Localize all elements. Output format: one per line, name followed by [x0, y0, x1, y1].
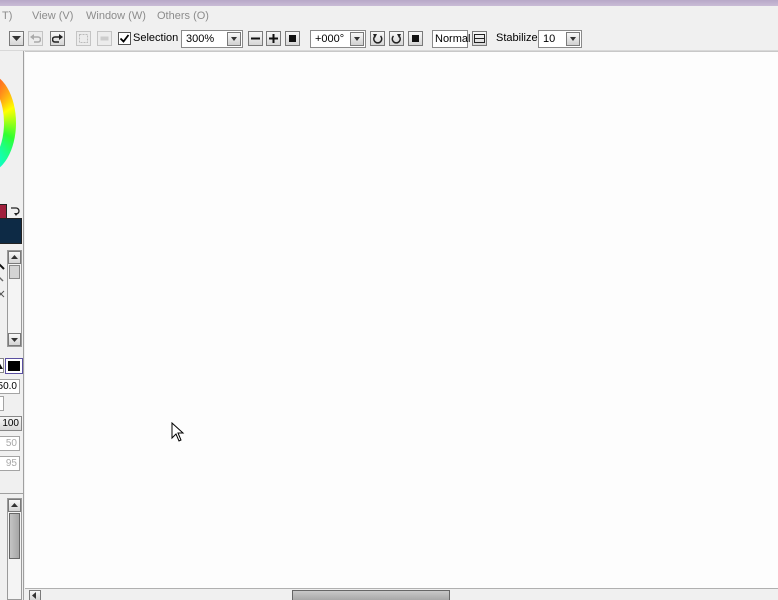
dilution-field[interactable]: 95	[0, 456, 20, 471]
toolbar-menu-button[interactable]	[9, 31, 24, 46]
chevron-up-icon	[11, 503, 18, 507]
brush-shape-icon	[0, 363, 3, 369]
brush-shape-square[interactable]	[5, 358, 23, 374]
square-icon	[289, 35, 296, 42]
zoom-in-button[interactable]	[266, 31, 281, 46]
brush-shape-square-icon	[8, 361, 20, 371]
menu-window[interactable]: Window (W)	[86, 10, 146, 22]
layer-scroll-up-button[interactable]	[8, 499, 21, 512]
horizontal-scroll-thumb[interactable]	[292, 590, 450, 600]
undo-icon	[30, 34, 41, 43]
flip-icon	[474, 34, 485, 43]
chevron-left-icon	[32, 592, 36, 599]
rotate-left-icon	[373, 34, 383, 44]
stabilizer-combo[interactable]: 10	[538, 30, 582, 48]
undo-button[interactable]	[28, 31, 43, 46]
swap-arrow-icon[interactable]	[9, 205, 21, 217]
brush-shape-round[interactable]	[0, 358, 4, 373]
blending-field[interactable]: 50	[0, 436, 20, 451]
drawing-canvas[interactable]	[25, 51, 778, 588]
redo-icon	[52, 34, 63, 43]
stabilizer-dropdown-button[interactable]	[566, 32, 580, 46]
scroll-left-button[interactable]	[29, 590, 41, 600]
rotate-right-button[interactable]	[389, 31, 404, 46]
deselect-icon	[79, 34, 88, 43]
layer-scroll-thumb[interactable]	[9, 513, 20, 559]
density-field[interactable]: 100	[0, 416, 22, 431]
menu-others[interactable]: Others (O)	[157, 10, 209, 22]
scroll-down-button[interactable]	[8, 333, 21, 346]
square-icon	[412, 35, 419, 42]
mouse-pointer-icon	[171, 422, 185, 442]
zoom-dropdown-button[interactable]	[227, 32, 241, 46]
secondary-color-swatch[interactable]	[0, 218, 22, 244]
invert-selection-button[interactable]	[97, 31, 112, 46]
stabilizer-label: Stabilizer	[496, 32, 542, 44]
rotation-value: +000°	[315, 33, 345, 45]
rotate-left-button[interactable]	[370, 31, 385, 46]
zoom-value: 300%	[186, 33, 215, 45]
blend-mode-selector[interactable]: Normal	[432, 30, 470, 48]
deselect-button[interactable]	[76, 31, 91, 46]
menu-bar: T) View (V) Window (W) Others (O)	[0, 6, 778, 27]
flip-horizontal-button[interactable]	[472, 31, 487, 46]
stabilizer-value: 10	[543, 33, 556, 45]
layer-panel-scrollbar[interactable]	[7, 498, 22, 600]
scroll-up-button[interactable]	[8, 251, 21, 264]
chevron-down-icon	[11, 338, 18, 342]
zoom-combo[interactable]: 300%	[181, 30, 243, 48]
color-wheel[interactable]	[0, 73, 16, 173]
minus-icon	[251, 37, 260, 40]
selection-checkbox[interactable]	[118, 32, 131, 45]
rotate-right-icon	[391, 34, 401, 44]
left-tool-panel: 50.0 100 50 95	[0, 51, 24, 600]
scroll-thumb[interactable]	[9, 265, 20, 279]
selection-label: Selection	[133, 32, 179, 44]
menu-tools[interactable]: T)	[2, 10, 12, 22]
redo-button[interactable]	[50, 31, 65, 46]
brush-min-size-field[interactable]	[0, 396, 4, 411]
rotation-combo[interactable]: +000°	[310, 30, 366, 48]
panel-divider	[0, 493, 23, 494]
tool-list-scrollbar[interactable]	[7, 250, 22, 347]
rotate-reset-button[interactable]	[408, 31, 423, 46]
rotation-dropdown-button[interactable]	[350, 32, 364, 46]
zoom-out-button[interactable]	[248, 31, 263, 46]
tool-icons-partial	[0, 263, 5, 298]
zoom-reset-button[interactable]	[285, 31, 300, 46]
chevron-up-icon	[11, 255, 18, 259]
plus-icon	[269, 34, 278, 43]
brush-size-field[interactable]: 50.0	[0, 379, 20, 394]
canvas-horizontal-scrollbar[interactable]	[25, 588, 778, 600]
checkmark-icon	[119, 34, 130, 43]
menu-view[interactable]: View (V)	[32, 10, 73, 22]
toolbar: Selection 300% +000° Normal Stabilizer 1…	[0, 27, 778, 51]
chevron-down-icon	[12, 35, 21, 41]
invert-selection-icon	[100, 36, 109, 41]
